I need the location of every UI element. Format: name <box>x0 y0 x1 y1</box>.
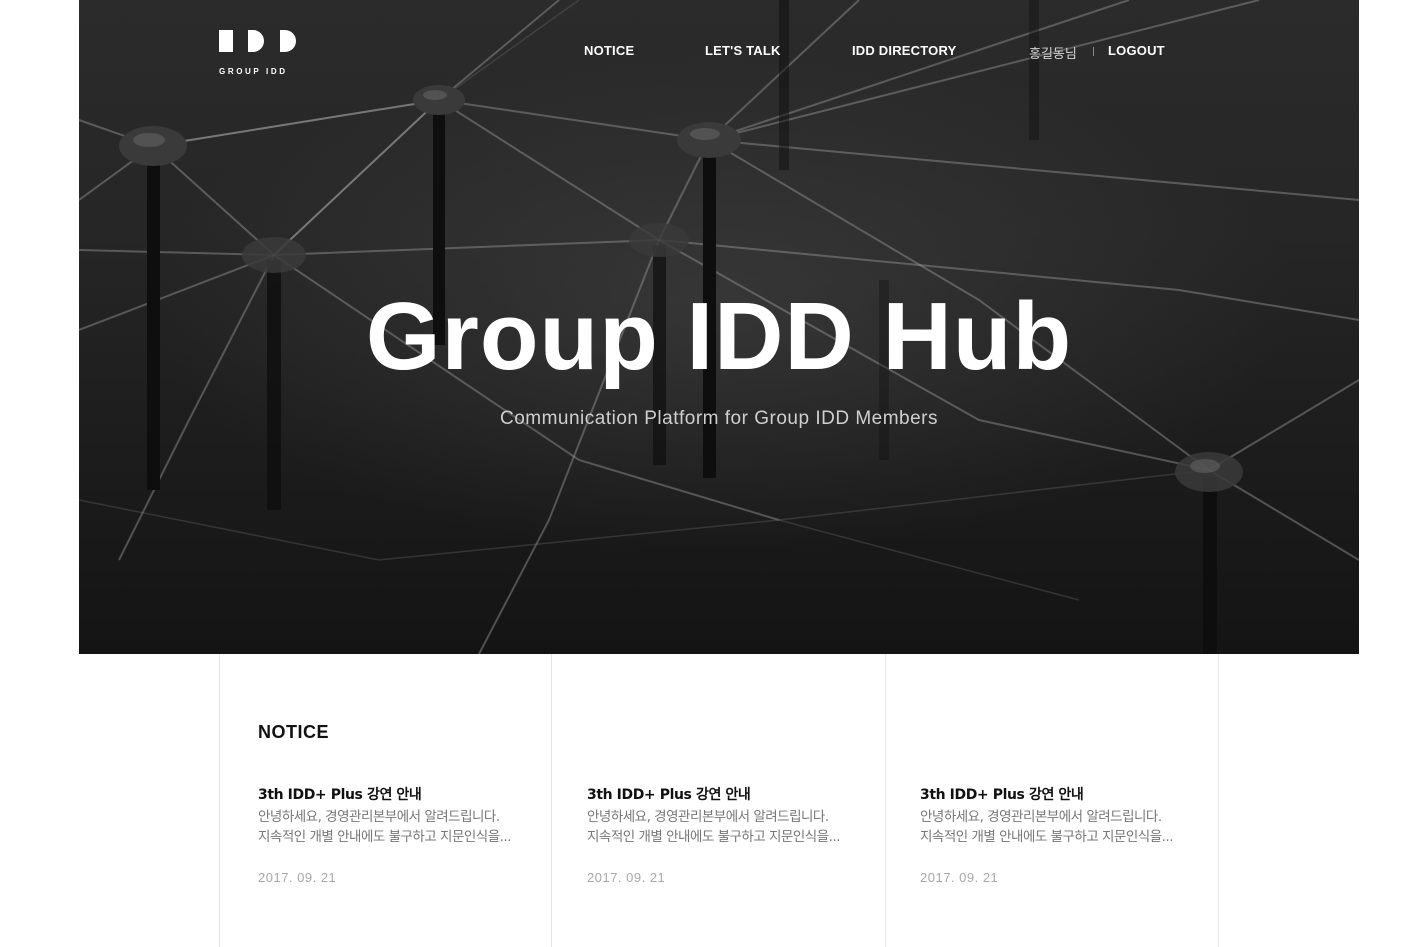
post-date: 2017. 09. 21 <box>587 870 666 885</box>
post-title[interactable]: 3th IDD+ Plus 강연 안내 <box>920 784 1084 804</box>
top-navigation: NOTICE LET'S TALK IDD DIRECTORY 홍길동님 LOG… <box>79 43 1359 62</box>
section-title-notice: NOTICE <box>258 722 330 742</box>
post-title[interactable]: 3th IDD+ Plus 강연 안내 <box>258 784 422 804</box>
post-date: 2017. 09. 21 <box>920 870 999 885</box>
post-excerpt-line: 지속적인 개별 안내에도 불구하고 지문인식을... <box>587 829 841 845</box>
hero-banner: GROUP IDD NOTICE LET'S TALK IDD DIRECTOR… <box>79 0 1359 654</box>
nav-idd-directory-link[interactable]: IDD DIRECTORY <box>852 43 956 58</box>
post-date: 2017. 09. 21 <box>258 870 337 885</box>
notice-card[interactable]: 3th IDD+ Plus 강연 안내 안녕하세요, 경영관리본부에서 알려드립… <box>885 654 1219 947</box>
post-excerpt-line: 지속적인 개별 안내에도 불구하고 지문인식을... <box>920 829 1174 845</box>
hero-title: Group IDD Hub <box>365 283 1073 390</box>
post-excerpt-line: 안녕하세요, 경영관리본부에서 알려드립니다. <box>258 809 500 825</box>
post-excerpt: 안녕하세요, 경영관리본부에서 알려드립니다. 지속적인 개별 안내에도 불구하… <box>587 807 859 847</box>
notice-card[interactable]: 3th IDD+ Plus 강연 안내 안녕하세요, 경영관리본부에서 알려드립… <box>551 654 885 947</box>
post-excerpt-line: 안녕하세요, 경영관리본부에서 알려드립니다. <box>587 809 829 825</box>
logo-text: GROUP IDD <box>219 67 288 76</box>
post-excerpt-line: 안녕하세요, 경영관리본부에서 알려드립니다. <box>920 809 1162 825</box>
post-excerpt-line: 지속적인 개별 안내에도 불구하고 지문인식을... <box>258 829 512 845</box>
nav-notice-link[interactable]: NOTICE <box>584 43 634 58</box>
nav-divider <box>1093 47 1094 56</box>
logout-link[interactable]: LOGOUT <box>1108 43 1165 58</box>
nav-lets-talk-link[interactable]: LET'S TALK <box>705 43 781 58</box>
notice-card[interactable]: NOTICE 3th IDD+ Plus 강연 안내 안녕하세요, 경영관리본부… <box>219 654 552 947</box>
post-excerpt: 안녕하세요, 경영관리본부에서 알려드립니다. 지속적인 개별 안내에도 불구하… <box>920 807 1192 847</box>
hero-subtitle: Communication Platform for Group IDD Mem… <box>499 408 938 429</box>
notice-section: NOTICE 3th IDD+ Plus 강연 안내 안녕하세요, 경영관리본부… <box>219 654 1219 947</box>
post-title[interactable]: 3th IDD+ Plus 강연 안내 <box>587 784 751 804</box>
post-excerpt: 안녕하세요, 경영관리본부에서 알려드립니다. 지속적인 개별 안내에도 불구하… <box>258 807 530 847</box>
user-name: 홍길동님 <box>1029 47 1077 62</box>
